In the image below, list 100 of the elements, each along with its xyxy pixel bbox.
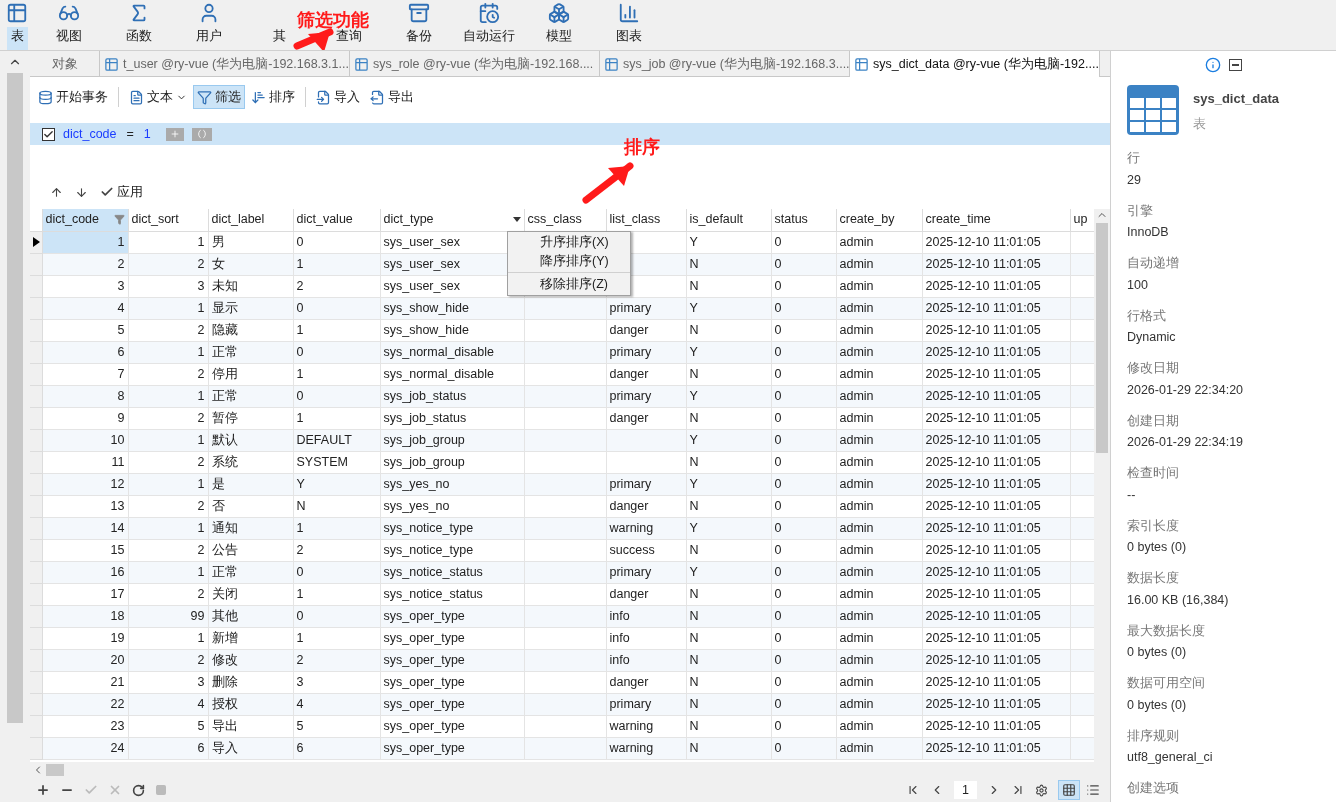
- toolbar-button[interactable]: 导出: [366, 85, 418, 109]
- apply-button[interactable]: 应用: [100, 182, 143, 202]
- table-row[interactable]: 10 1 默认 DEFAULT sys_job_group Y 0 admin 2025-12-10 11:01:05: [30, 429, 1094, 451]
- table-cell: 暂停: [211, 410, 238, 425]
- page-field[interactable]: 1: [954, 781, 977, 799]
- column-header[interactable]: is_default: [686, 209, 771, 231]
- column-header[interactable]: status: [771, 209, 836, 231]
- table-row[interactable]: 17 2 关闭 1 sys_notice_status danger N 0 admin 2025-12-10 11:01:05: [30, 583, 1094, 605]
- filter-operator[interactable]: =: [124, 124, 136, 144]
- ribbon-icon[interactable]: [548, 2, 570, 25]
- table-cell: primary: [609, 564, 652, 579]
- table-row[interactable]: 11 2 系统 SYSTEM sys_job_group N 0 admin 2025-12-10 11:01:05: [30, 451, 1094, 473]
- ribbon-icon[interactable]: [6, 2, 28, 25]
- table-row[interactable]: 8 1 正常 0 sys_job_status primary Y 0 admin 2025-12-10 11:01:05: [30, 385, 1094, 407]
- check-icon[interactable]: [84, 783, 98, 797]
- ribbon-button[interactable]: 视图: [52, 27, 86, 50]
- move-down-icon[interactable]: [75, 185, 88, 199]
- table-cell: sys_yes_no: [383, 498, 450, 513]
- table-cell: 2025-12-10 11:01:05: [925, 652, 1041, 667]
- column-header[interactable]: dict_value: [293, 209, 380, 231]
- horizontal-scrollbar-thumb[interactable]: [46, 764, 64, 776]
- ribbon-button[interactable]: 函数: [122, 27, 156, 50]
- ribbon-button[interactable]: 其: [268, 27, 290, 50]
- column-header[interactable]: create_by: [836, 209, 922, 231]
- table-row[interactable]: 21 3 删除 3 sys_oper_type danger N 0 admin 2025-12-10 11:01:05: [30, 671, 1094, 693]
- column-header[interactable]: dict_sort: [128, 209, 208, 231]
- ribbon-button[interactable]: 用户: [192, 27, 226, 50]
- column-header[interactable]: css_class: [524, 209, 606, 231]
- tab[interactable]: t_user @ry-vue (华为电脑-192.168.3.1...: [100, 51, 350, 77]
- table-cell: N: [689, 256, 699, 271]
- tab[interactable]: sys_dict_data @ry-vue (华为电脑-192....: [850, 51, 1100, 77]
- ribbon-button[interactable]: 模型: [542, 27, 576, 50]
- table-cell: 0: [774, 696, 782, 711]
- table-cell: admin: [839, 300, 874, 315]
- toolbar-button[interactable]: 筛选: [193, 85, 245, 109]
- current-row-icon: [33, 237, 40, 247]
- table-cell: sys_notice_status: [383, 564, 483, 579]
- dropdown-caret-icon[interactable]: [512, 217, 521, 223]
- ribbon-button[interactable]: 自动运行: [459, 27, 519, 50]
- toolbar-button[interactable]: 开始事务: [34, 85, 112, 109]
- table-row[interactable]: 9 2 暂停 1 sys_job_status danger N 0 admin 2025-12-10 11:01:05: [30, 407, 1094, 429]
- refresh-icon[interactable]: [132, 783, 145, 797]
- add-icon[interactable]: [36, 783, 50, 797]
- table-row[interactable]: 12 1 是 Y sys_yes_no primary Y 0 admin 2025-12-10 11:01:05: [30, 473, 1094, 495]
- property-label: 创建日期: [1127, 412, 1180, 430]
- ribbon-icon[interactable]: [408, 2, 430, 25]
- table-row[interactable]: 6 1 正常 0 sys_normal_disable primary Y 0 admin 2025-12-10 11:01:05: [30, 341, 1094, 363]
- ribbon-button[interactable]: 图表: [612, 27, 646, 50]
- menu-item[interactable]: 移除排序(Z): [508, 272, 630, 294]
- table-cell: Y: [689, 564, 698, 579]
- toolbar-button[interactable]: 文本: [125, 85, 191, 109]
- column-header[interactable]: list_class: [606, 209, 686, 231]
- table-cell: 1: [296, 366, 304, 381]
- tab[interactable]: 对象: [30, 51, 100, 77]
- table-row[interactable]: 15 2 公告 2 sys_notice_type success N 0 admin 2025-12-10 11:01:05: [30, 539, 1094, 561]
- table-row[interactable]: 18 99 其他 0 sys_oper_type info N 0 admin 2025-12-10 11:01:05: [30, 605, 1094, 627]
- filter-checkbox[interactable]: [42, 127, 55, 141]
- ribbon-icon[interactable]: [618, 2, 640, 25]
- column-header[interactable]: up: [1070, 209, 1094, 231]
- table-row[interactable]: 14 1 通知 1 sys_notice_type warning Y 0 admin 2025-12-10 11:01:05: [30, 517, 1094, 539]
- info-icon[interactable]: [1205, 57, 1221, 73]
- grid-view-button[interactable]: [1058, 780, 1080, 800]
- table-cell: 0: [774, 586, 782, 601]
- ribbon-icon[interactable]: [478, 2, 500, 25]
- ribbon-button[interactable]: 备份: [402, 27, 436, 50]
- column-header[interactable]: dict_label: [208, 209, 293, 231]
- tab[interactable]: sys_role @ry-vue (华为电脑-192.168....: [350, 51, 600, 77]
- table-cell: 2025-12-10 11:01:05: [925, 696, 1041, 711]
- table-cell: 公告: [211, 542, 238, 557]
- filter-field[interactable]: dict_code: [63, 124, 117, 144]
- filter-value[interactable]: 1: [143, 124, 158, 144]
- scrollbar-thumb[interactable]: [1096, 223, 1108, 453]
- table-row[interactable]: 22 4 授权 4 sys_oper_type primary N 0 admin 2025-12-10 11:01:05: [30, 693, 1094, 715]
- ddl-icon[interactable]: [1229, 59, 1242, 71]
- table-row[interactable]: 7 2 停用 1 sys_normal_disable danger N 0 admin 2025-12-10 11:01:05: [30, 363, 1094, 385]
- table-row[interactable]: 13 2 否 N sys_yes_no danger N 0 admin 2025-12-10 11:01:05: [30, 495, 1094, 517]
- toolbar-button[interactable]: 导入: [312, 85, 364, 109]
- last-page-icon[interactable]: [1011, 783, 1025, 797]
- menu-item[interactable]: 升序排序(X): [508, 233, 630, 252]
- scrollbar[interactable]: [7, 73, 23, 723]
- menu-item[interactable]: 降序排序(Y): [508, 252, 630, 271]
- ribbon-button[interactable]: 表: [6, 27, 28, 50]
- table-row[interactable]: 20 2 修改 2 sys_oper_type info N 0 admin 2025-12-10 11:01:05: [30, 649, 1094, 671]
- settings-icon[interactable]: [1035, 783, 1048, 797]
- table-row[interactable]: 23 5 导出 5 sys_oper_type warning N 0 admin 2025-12-10 11:01:05: [30, 715, 1094, 737]
- column-header[interactable]: dict_code: [42, 209, 128, 231]
- table-cell: N: [689, 674, 699, 689]
- table-row[interactable]: 5 2 隐藏 1 sys_show_hide danger N 0 admin 2025-12-10 11:01:05: [30, 319, 1094, 341]
- table-cell: 3: [296, 674, 304, 689]
- column-header[interactable]: create_time: [922, 209, 1070, 231]
- table-cell: sys_oper_type: [383, 630, 465, 645]
- table-row[interactable]: 16 1 正常 0 sys_notice_status primary Y 0 admin 2025-12-10 11:01:05: [30, 561, 1094, 583]
- table-cell: admin: [839, 718, 874, 733]
- column-header[interactable]: dict_type: [380, 209, 524, 231]
- move-up-icon[interactable]: [50, 185, 63, 199]
- table-cell: N: [689, 608, 699, 623]
- table-row[interactable]: 4 1 显示 0 sys_show_hide primary Y 0 admin 2025-12-10 11:01:05: [30, 297, 1094, 319]
- table-row[interactable]: 19 1 新增 1 sys_oper_type info N 0 admin 2025-12-10 11:01:05: [30, 627, 1094, 649]
- toolbar-button[interactable]: 排序: [247, 85, 299, 109]
- table-row[interactable]: 24 6 导入 6 sys_oper_type warning N 0 admin 2025-12-10 11:01:05: [30, 737, 1094, 759]
